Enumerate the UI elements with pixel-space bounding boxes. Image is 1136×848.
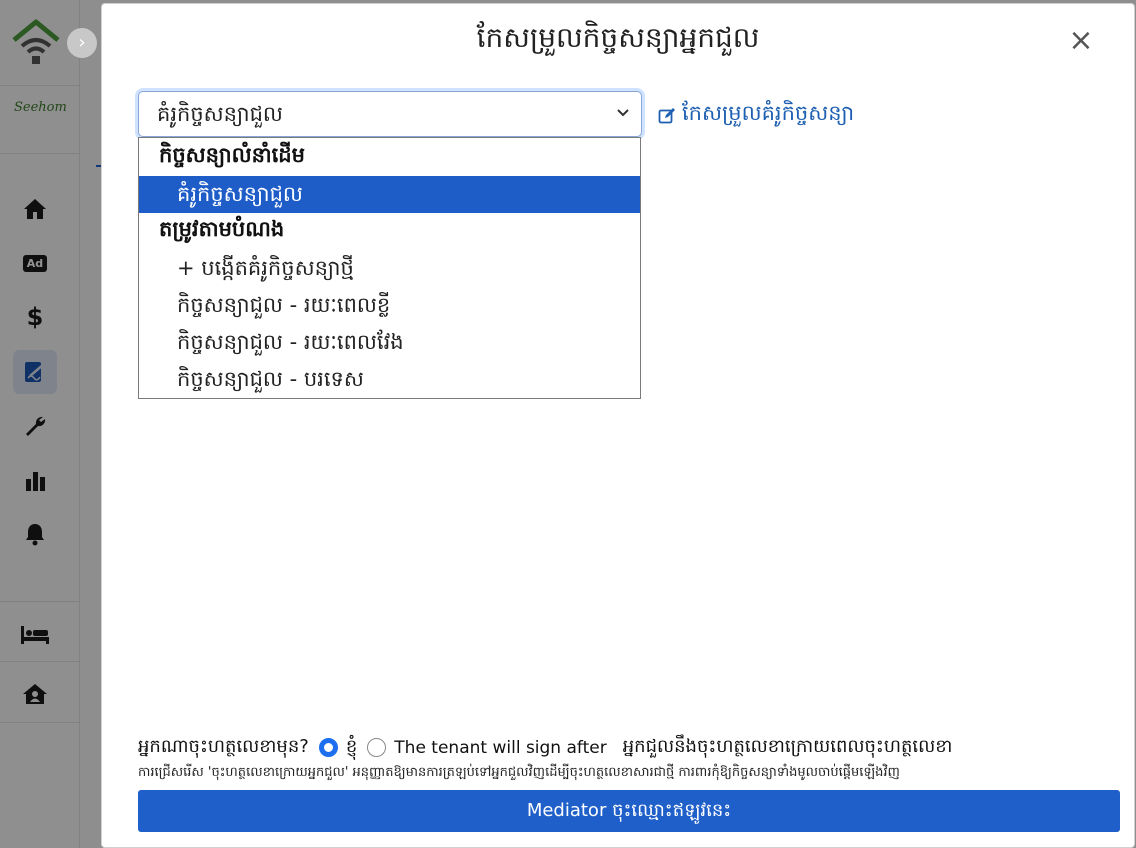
option-create-new-template[interactable]: + បង្កើតគំរូកិច្ចសន្យាថ្មី (139, 250, 640, 287)
close-icon[interactable]: × (1066, 26, 1096, 56)
option-rental-template[interactable]: គំរូកិច្ចសន្យាជួល (139, 176, 640, 213)
template-dropdown-list: កិច្ចសន្យាលំនាំដើម គំរូកិច្ចសន្យាជួល តម្… (138, 137, 641, 399)
option-group-default: កិច្ចសន្យាលំនាំដើម (159, 143, 305, 167)
select-current-value: គំរូកិច្ចសន្យាជួល (157, 102, 283, 126)
sign-order-note: ការជ្រើសរើស 'ចុះហត្ថលេខាក្រោយអ្នកជួល' អន… (138, 765, 900, 780)
radio-me-first[interactable] (318, 738, 338, 757)
edit-template-label: កែសម្រួលគំរូកិច្ចសន្យា (682, 101, 855, 125)
option-short-term[interactable]: កិច្ចសន្យាជួល - រយៈពេលខ្លី (139, 287, 640, 324)
radio-tenant-after[interactable] (367, 738, 387, 757)
sidebar-collapse-button[interactable]: › (67, 28, 97, 58)
contract-template-select[interactable]: គំរូកិច្ចសន្យាជួល (138, 91, 642, 137)
option-long-term[interactable]: កិច្ចសន្យាជួល - រយៈពេលវែង (139, 324, 640, 361)
edit-tenant-contract-modal: កែសម្រួលកិច្ចសន្យាអ្នកជួល × គំរូកិច្ចសន្… (101, 3, 1135, 848)
edit-icon (658, 107, 675, 123)
radio-tenant-after-label: The tenant will sign after (394, 737, 607, 758)
radio-me-label: ខ្ញុំ (345, 736, 358, 757)
modal-title: កែសម្រួលកិច្ចសន្យាអ្នកជួល (476, 21, 760, 54)
register-now-button[interactable]: Mediator ចុះឈ្មោះឥឡូវនេះ (138, 790, 1120, 832)
edit-template-link[interactable]: កែសម្រួលគំរូកិច្ចសន្យា (658, 100, 854, 131)
option-foreign[interactable]: កិច្ចសន្យាជួល - បរទេស (139, 361, 640, 398)
sign-order-row: អ្នកណាចុះហត្ថលេខាមុន? ខ្ញុំ The tenant w… (138, 734, 952, 761)
chevron-down-icon (617, 106, 629, 121)
option-group-custom: តម្រូវតាមបំណង (159, 217, 285, 241)
tenant-after-description: អ្នកជួលនឹងចុះហត្ថលេខាក្រោយពេលចុះហត្ថលេខា (622, 736, 953, 757)
sign-order-question: អ្នកណាចុះហត្ថលេខាមុន? (138, 736, 309, 757)
